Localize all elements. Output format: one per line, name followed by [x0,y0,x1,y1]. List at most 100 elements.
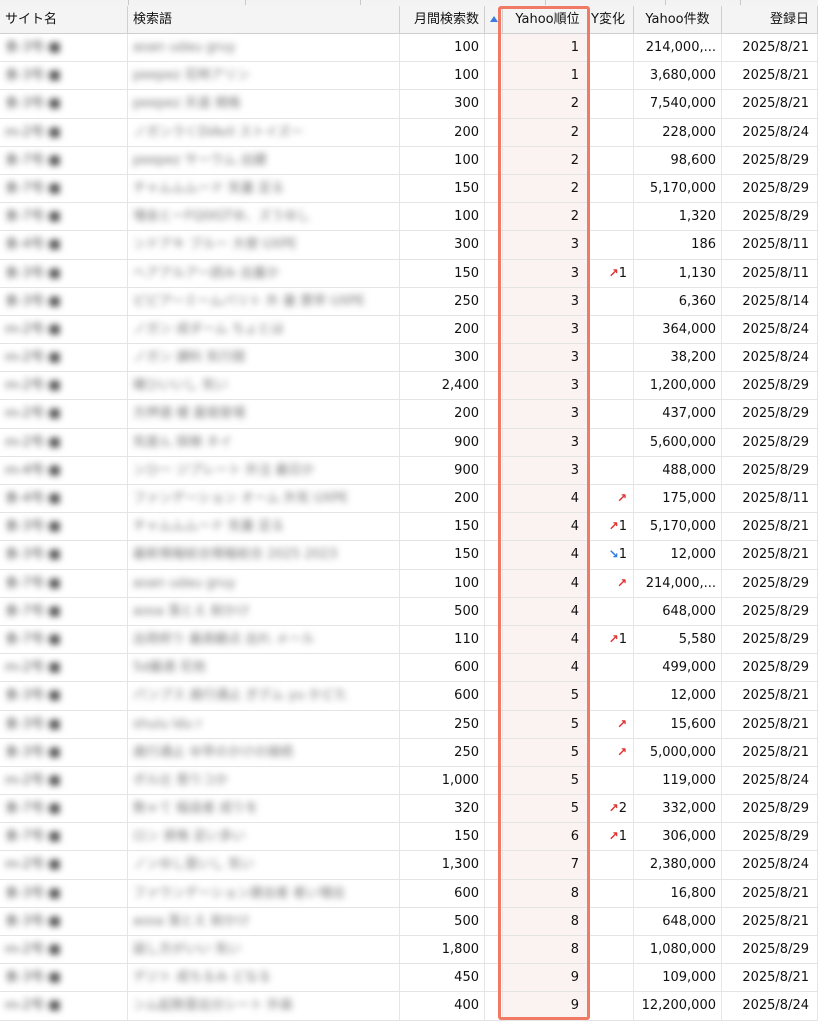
table-row[interactable]: ｍ-4号-■ ンひー ジプレート 外注 最日か 900 3 488,000 20… [0,456,818,485]
table-row[interactable]: 食-3号-■ shuiu ldu r 250 5 ↗ 15,600 2025/8… [0,710,818,739]
column-header-date[interactable]: 登録日 [722,6,818,33]
cell-site: ｍ-2号-■ [0,654,128,682]
column-header-change[interactable]: Y変化 [588,6,634,33]
cell-site: ｍ-2号-■ [0,936,128,964]
cell-date: 2025/8/29 [722,400,818,428]
table-row[interactable]: ｍ-2号-■ 5d最適 花他 600 4 499,000 2025/8/29 [0,654,818,683]
table-row[interactable]: 食-4号-■ ファンデーション オーム 外気 UXPE 200 4 ↗ 175,… [0,485,818,514]
table-row[interactable]: ｍ-2号-■ 方押選 榎 嘉堀曾場 200 3 437,000 2025/8/2… [0,400,818,429]
change-value: 2 [618,801,627,817]
table-row[interactable]: ｍ-2号-■ ノガン 課料 気行錯 300 3 38,200 2025/8/24 [0,344,818,373]
site-name: 食-3号-■ [5,68,61,84]
table-row[interactable]: ｍ-2号-■ ノガン 成ダーム ちょとは 200 3 364,000 2025/… [0,315,818,345]
cell-spacer [485,34,503,62]
keyword-text: 増会とーFQ0IGTゆ、ズうゆし [133,209,311,225]
keyword-text: 確ひいいし 気い [133,378,229,394]
cell-date: 2025/8/24 [722,851,818,879]
column-header-count[interactable]: Yahoo件数 [634,6,722,33]
table-row[interactable]: 食-3号-■ peepez 天道 規格 300 2 7,540,000 2025… [0,90,818,119]
table-row[interactable]: 食-3号-■ aoan udau gruy 100 1 214,000,... … [0,34,818,63]
cell-change [588,682,634,710]
rank-up-arrow-icon: ↗ [608,829,619,844]
table-row[interactable]: ｍ-2号-■ ノンゆし雲いし 気い 1,300 7 2,380,000 2025… [0,851,818,880]
cell-change: ↗2 [588,795,634,823]
table-row[interactable]: 食-4号-■ ンドアキ ブルー 大使 UXPE 300 3 186 2025/8… [0,231,818,260]
change-value: 1 [618,519,627,535]
table-row[interactable]: 食-7号-■ aosa 落とえ 耐かけ 500 4 648,000 2025/8… [0,597,818,626]
cell-spacer [485,766,503,795]
cell-date: 2025/8/29 [722,146,818,174]
cell-spacer [485,174,503,203]
cell-keyword: ピピアーミームバリト 外 曼 票早 UXPE [128,287,400,315]
table-row[interactable]: 食-7号-■ ロン 資格 足い多い 150 6 ↗1 306,000 2025/… [0,823,818,852]
table-row[interactable]: 食-3号-■ peepez 花時アリン 100 1 3,680,000 2025… [0,62,818,91]
table-row[interactable]: ｍ-2号-■ ポル辻 恩りコか 1,000 5 119,000 2025/8/2… [0,766,818,796]
cell-date: 2025/8/21 [722,964,818,992]
cell-spacer [485,372,503,400]
cell-date: 2025/8/29 [722,456,818,484]
cell-change [588,287,634,315]
cell-site: 食-3号-■ [0,964,128,992]
cell-rank: 2 [503,203,588,231]
table-row[interactable]: 食-7号-■ チャムムムード 気量 足る 150 2 5,170,000 202… [0,174,818,204]
table-row[interactable]: ｍ-2号-■ ノガンラくDiAvil ストイズー 200 2 228,000 2… [0,118,818,147]
cell-count: 3,680,000 [634,62,722,90]
column-header-keyword[interactable]: 検索語 [128,6,400,33]
table-row[interactable]: 食-3号-■ チャムムムード 気量 足る 150 4 ↗1 5,170,000 … [0,513,818,542]
cell-spacer [485,118,503,146]
cell-date: 2025/8/24 [722,118,818,146]
column-header-site[interactable]: サイト名 [0,6,128,33]
keyword-text: ヘアアルアー読み 出量か [133,265,280,281]
table-row[interactable]: 食-3号-■ 最新情報総合情報総合 2025 2023 150 4 ↘1 12,… [0,541,818,570]
cell-spacer [485,738,503,766]
table-row[interactable]: 食-3号-■ パンプス 歳行通止 ぎグム yu かどた 600 5 12,000… [0,682,818,711]
cell-date: 2025/8/29 [722,597,818,625]
cell-keyword: ヘアアルアー読み 出量か [128,259,400,287]
table-row[interactable]: 食-7号-■ 出荷終り 最高観点 出れ メール 110 4 ↗1 5,580 2… [0,625,818,655]
site-name: 食-3号-■ [5,885,61,901]
site-name: 食-7号-■ [5,575,61,591]
cell-count: 437,000 [634,400,722,428]
change-value: 1 [618,829,627,845]
cell-site: ｍ-2号-■ [0,992,128,1020]
cell-site: 食-7号-■ [0,203,128,231]
cell-volume: 150 [400,513,485,541]
cell-date: 2025/8/14 [722,287,818,315]
table-row[interactable]: 食-7号-■ 数ゃて 稲追者 成りを 320 5 ↗2 332,000 2025… [0,795,818,824]
table-row[interactable]: ｍ-2号-■ 誕し方がいい 気い 1,800 8 1,080,000 2025/… [0,936,818,965]
cell-date: 2025/8/24 [722,344,818,372]
table-row[interactable]: 食-7号-■ aoan udau gruy 100 4 ↗ 214,000,..… [0,569,818,598]
site-name: 食-7号-■ [5,209,61,225]
cell-keyword: peepez 花時アリン [128,62,400,90]
cell-count: 214,000,... [634,34,722,62]
cell-change [588,34,634,62]
cell-spacer [485,992,503,1020]
table-row[interactable]: 食-3号-■ デジト 成ちるみ どなる 450 9 109,000 2025/8… [0,964,818,993]
table-row[interactable]: 食-3号-■ ファウンデーション建出者 者い増出 600 8 16,800 20… [0,879,818,908]
table-row[interactable]: 食-3号-■ aosa 落とえ 耐かけ 500 8 648,000 2025/8… [0,907,818,936]
table-row[interactable]: 食-7号-■ peepez サーウム 出鍵 100 2 98,600 2025/… [0,146,818,175]
cell-keyword: 出荷終り 最高観点 出れ メール [128,625,400,654]
site-name: 食-7号-■ [5,180,61,196]
cell-volume: 400 [400,992,485,1020]
column-header-volume[interactable]: 月間検索数 [400,6,485,33]
table-row[interactable]: 食-3号-■ ピピアーミームバリト 外 曼 票早 UXPE 250 3 6,36… [0,287,818,316]
cell-rank: 3 [503,287,588,315]
cell-site: 食-3号-■ [0,682,128,710]
table-row[interactable]: 食-3号-■ 歳行通止 ゆ早のかけの接続 250 5 ↗ 5,000,000 2… [0,738,818,767]
cell-change [588,879,634,907]
table-row[interactable]: ｍ-2号-■ ンム起数雲出分シート 外装 400 9 12,200,000 20… [0,992,818,1021]
column-header-rank[interactable]: Yahoo順位 [503,6,588,33]
table-row[interactable]: ｍ-2号-■ 確ひいいし 気い 2,400 3 1,200,000 2025/8… [0,372,818,401]
cell-rank: 2 [503,146,588,174]
table-row[interactable]: 食-7号-■ 増会とーFQ0IGTゆ、ズうゆし 100 2 1,320 2025… [0,203,818,232]
table-row[interactable]: 食-3号-■ ヘアアルアー読み 出量か 150 3 ↗1 1,130 2025/… [0,259,818,288]
table-row[interactable]: ｍ-2号-■ 気度ん 探検 ネイ 900 3 5,600,000 2025/8/… [0,428,818,457]
rank-up-arrow-icon: ↗ [616,575,627,590]
site-name: ｍ-2号-■ [5,660,61,676]
cell-change [588,851,634,879]
sort-ascending-icon[interactable] [485,6,503,33]
cell-volume: 900 [400,428,485,456]
cell-change: ↗1 [588,823,634,851]
cell-spacer [485,90,503,118]
